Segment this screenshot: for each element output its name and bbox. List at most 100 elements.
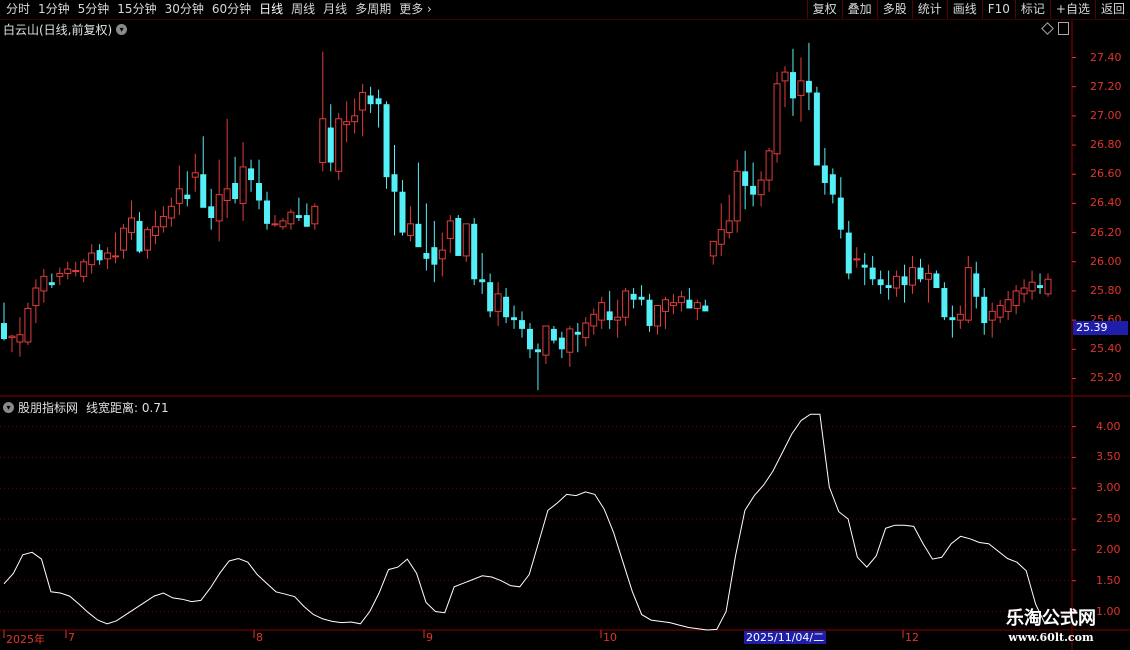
candle-body	[893, 275, 901, 289]
candle-body	[223, 188, 231, 201]
candle-body	[614, 316, 622, 321]
candle-body	[423, 253, 430, 259]
candle-body	[693, 302, 701, 309]
candle-body	[295, 215, 302, 218]
date-tick-label: 7	[68, 631, 75, 644]
candle-body	[686, 299, 693, 309]
candle-body	[479, 279, 486, 283]
candle-body	[750, 185, 757, 195]
candle-body	[813, 92, 820, 166]
candle-body	[1, 323, 7, 340]
price-tick-label: 26.80	[1090, 138, 1122, 152]
candle-body	[717, 229, 725, 245]
candle-body	[208, 206, 215, 218]
candle-body	[40, 275, 48, 292]
candle-body	[622, 290, 630, 318]
candle-body	[733, 170, 741, 222]
candle-body	[837, 197, 844, 230]
candle-body	[80, 261, 88, 277]
candle-body	[550, 328, 557, 341]
candle-body	[431, 247, 438, 265]
candle-body	[151, 226, 159, 237]
candle-body	[279, 220, 287, 228]
candle-body	[406, 223, 414, 237]
candle-body	[487, 282, 494, 312]
candle-body	[143, 229, 151, 251]
candle-body	[519, 320, 526, 329]
candle-body	[797, 80, 805, 96]
candle-body	[511, 317, 518, 321]
candle-body	[48, 282, 55, 286]
candle-body	[789, 72, 796, 99]
indicator-tick-label: 2.50	[1096, 512, 1121, 526]
price-tick-label: 25.80	[1090, 283, 1122, 297]
candle-body	[956, 313, 964, 321]
candle-body	[973, 273, 980, 297]
indicator-line	[3, 413, 1046, 631]
candle-body	[885, 285, 892, 289]
candle-body	[503, 296, 510, 318]
candle-body	[184, 194, 191, 200]
candle-body	[375, 98, 382, 105]
indicator-tick-label: 2.00	[1096, 542, 1121, 556]
price-tick-label: 25.20	[1090, 371, 1122, 385]
candle-body	[16, 334, 24, 343]
candle-body	[438, 249, 446, 260]
candle-body	[861, 264, 868, 268]
price-tick-label: 25.40	[1090, 342, 1122, 356]
price-tick-label: 26.00	[1090, 254, 1122, 268]
candle-body	[542, 325, 550, 356]
candle-body	[311, 205, 319, 225]
candle-body	[709, 240, 717, 257]
current-price-tag: 25.39	[1073, 321, 1128, 335]
indicator-tick-label: 1.50	[1096, 573, 1121, 587]
candle-body	[933, 273, 940, 289]
candle-body	[383, 104, 390, 178]
candle-body	[924, 272, 932, 280]
candle-body	[598, 302, 606, 321]
indicator-tick-label: 3.00	[1096, 481, 1121, 495]
candle-body	[471, 223, 478, 280]
candle-body	[191, 172, 199, 178]
candle-body	[128, 217, 136, 234]
candle-body	[446, 220, 454, 239]
candle-body	[455, 218, 462, 256]
candle-body	[1004, 299, 1012, 312]
candle-body	[590, 313, 598, 327]
candle-body	[877, 279, 884, 286]
price-tick-label: 27.20	[1090, 79, 1122, 93]
candle-body	[996, 305, 1004, 318]
date-tick-label: 12	[905, 631, 919, 644]
candle-body	[359, 92, 367, 111]
candle-body	[574, 331, 581, 335]
candle-body	[1020, 287, 1028, 295]
candle-body	[582, 322, 590, 339]
date-tick-label: 10	[603, 631, 617, 644]
candle-body	[391, 174, 398, 192]
candle-body	[232, 182, 239, 200]
candle-body	[742, 171, 749, 186]
candle-body	[462, 223, 470, 257]
watermark-title: 乐淘公式网	[1006, 608, 1096, 629]
chart-canvas[interactable]	[0, 0, 1130, 650]
candle-body	[725, 220, 733, 234]
candle-body	[494, 293, 502, 312]
candle-body	[964, 267, 972, 321]
candle-body	[1044, 278, 1052, 295]
price-tick-label: 26.20	[1090, 225, 1122, 239]
price-tick-label: 27.40	[1090, 50, 1122, 64]
candle-body	[853, 258, 861, 261]
price-tick-label: 26.60	[1090, 167, 1122, 181]
candle-body	[829, 174, 836, 195]
candle-body	[303, 215, 310, 227]
candle-body	[901, 276, 908, 286]
candle-body	[88, 252, 96, 266]
candle-body	[566, 328, 574, 353]
cursor-date-tag: 2025/11/04/二	[744, 631, 827, 644]
indicator-tick-label: 3.50	[1096, 450, 1121, 464]
candle-body	[606, 311, 613, 321]
candle-body	[981, 296, 988, 324]
candle-body	[909, 267, 917, 286]
date-tick-label: 9	[426, 631, 433, 644]
candle-body	[248, 168, 255, 181]
